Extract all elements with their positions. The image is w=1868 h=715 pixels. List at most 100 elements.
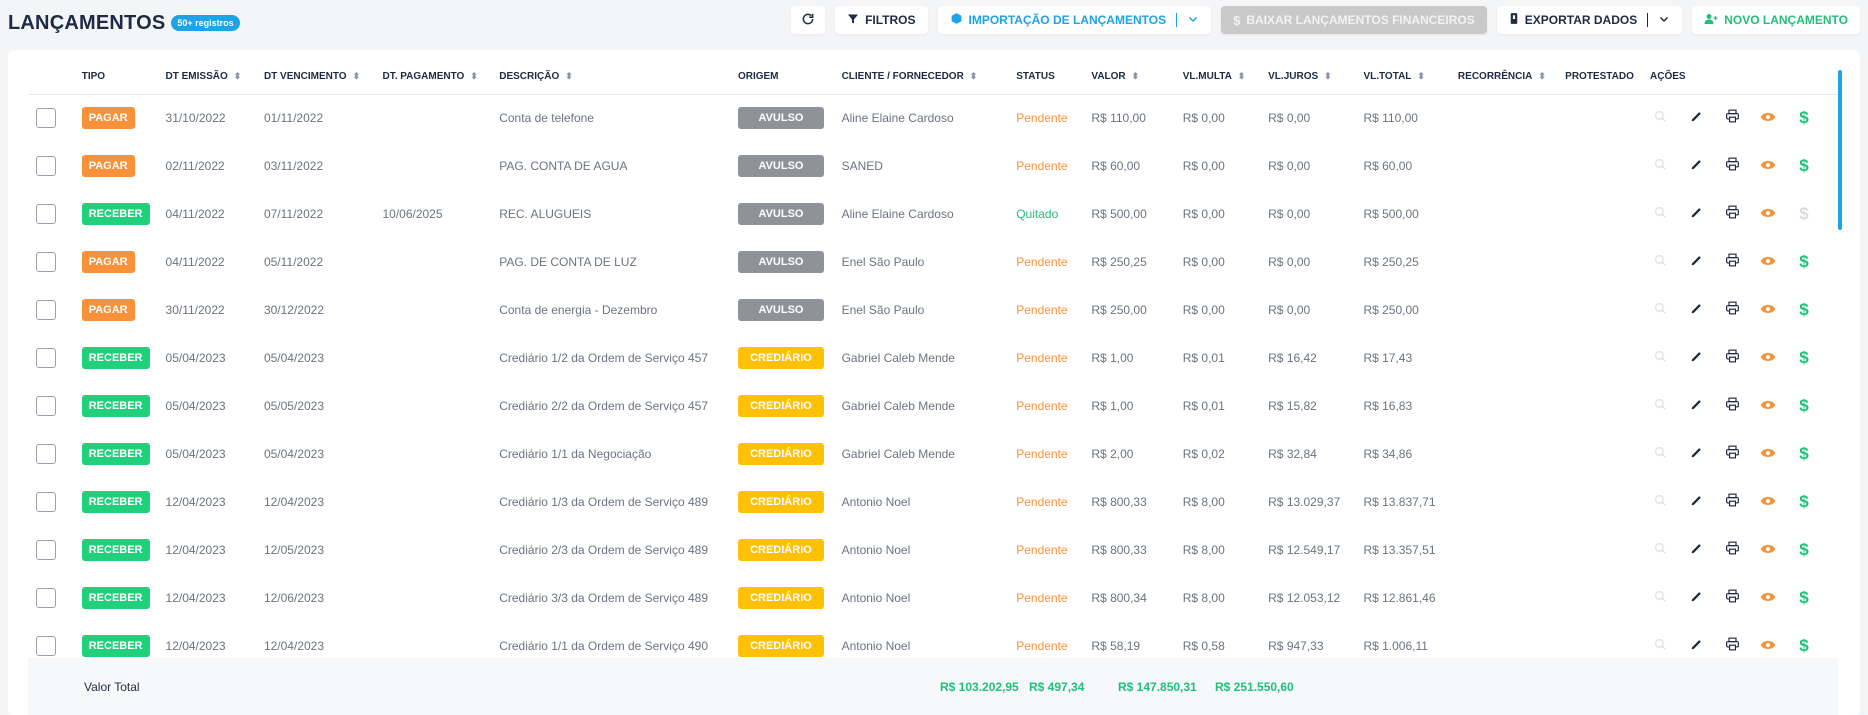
edit-icon[interactable] [1686,398,1706,414]
row-checkbox[interactable] [36,348,56,368]
eye-icon[interactable] [1758,302,1778,318]
new-entry-button[interactable]: NOVO LANÇAMENTO [1692,6,1860,34]
edit-icon[interactable] [1686,254,1706,270]
print-icon[interactable] [1722,301,1742,318]
print-icon[interactable] [1722,445,1742,462]
edit-icon[interactable] [1686,446,1706,462]
search-icon[interactable] [1650,110,1670,126]
col-cliente[interactable]: CLIENTE / FORNECEDOR ⬍ [833,60,1009,95]
dollar-icon[interactable]: $ [1794,588,1814,608]
search-icon[interactable] [1650,350,1670,366]
print-icon[interactable] [1722,109,1742,126]
export-button[interactable]: EXPORTAR DADOS [1496,6,1683,34]
dollar-icon[interactable]: $ [1794,444,1814,464]
print-icon[interactable] [1722,253,1742,270]
col-valor[interactable]: VALOR ⬍ [1083,60,1175,95]
total: R$ 12.861,46 [1363,591,1436,605]
dollar-icon[interactable]: $ [1794,492,1814,512]
col-multa[interactable]: VL.MULTA ⬍ [1174,60,1261,95]
row-checkbox[interactable] [36,540,56,560]
edit-icon[interactable] [1686,302,1706,318]
row-checkbox[interactable] [36,300,56,320]
print-icon[interactable] [1722,637,1742,654]
edit-icon[interactable] [1686,206,1706,222]
dollar-icon[interactable]: $ [1794,636,1814,656]
print-icon[interactable] [1722,157,1742,174]
row-checkbox[interactable] [36,396,56,416]
search-icon[interactable] [1650,542,1670,558]
search-icon[interactable] [1650,494,1670,510]
search-icon[interactable] [1650,638,1670,654]
eye-icon[interactable] [1758,542,1778,558]
edit-icon[interactable] [1686,110,1706,126]
eye-icon[interactable] [1758,206,1778,222]
col-recorrencia[interactable]: RECORRÊNCIA ⬍ [1449,60,1558,95]
juros: R$ 0,00 [1268,207,1311,221]
edit-icon[interactable] [1686,638,1706,654]
dollar-icon[interactable]: $ [1794,540,1814,560]
import-button[interactable]: IMPORTAÇÃO DE LANÇAMENTOS [937,6,1212,34]
edit-icon[interactable] [1686,494,1706,510]
row-checkbox[interactable] [36,252,56,272]
vertical-scrollbar[interactable] [1838,70,1842,230]
row-checkbox[interactable] [36,156,56,176]
col-descricao[interactable]: DESCRIÇÃO ⬍ [491,60,730,95]
row-checkbox[interactable] [36,204,56,224]
valor: R$ 500,00 [1091,207,1147,221]
col-origem[interactable]: ORIGEM [729,60,834,95]
eye-icon[interactable] [1758,446,1778,462]
dollar-icon[interactable]: $ [1794,204,1814,224]
row-checkbox[interactable] [36,492,56,512]
edit-icon[interactable] [1686,542,1706,558]
print-icon[interactable] [1722,541,1742,558]
row-checkbox[interactable] [36,108,56,129]
search-icon[interactable] [1650,302,1670,318]
search-icon[interactable] [1650,590,1670,606]
col-juros[interactable]: VL.JUROS ⬍ [1260,60,1356,95]
row-checkbox[interactable] [36,588,56,608]
eye-icon[interactable] [1758,350,1778,366]
eye-icon[interactable] [1758,254,1778,270]
search-icon[interactable] [1650,446,1670,462]
dollar-icon[interactable]: $ [1794,252,1814,272]
dollar-icon[interactable]: $ [1794,348,1814,368]
col-total[interactable]: VL.TOTAL ⬍ [1355,60,1450,95]
edit-icon[interactable] [1686,158,1706,174]
col-tipo[interactable]: TIPO [73,60,158,95]
col-emissao[interactable]: DT EMISSÃO ⬍ [157,60,256,95]
col-vencimento[interactable]: DT VENCIMENTO ⬍ [255,60,375,95]
download-financial-button[interactable]: $ BAIXAR LANÇAMENTOS FINANCEIROS [1221,6,1487,34]
description: Crediário 1/1 da Negociação [499,447,652,461]
col-pagamento[interactable]: DT. PAGAMENTO ⬍ [374,60,492,95]
dollar-icon[interactable]: $ [1794,108,1814,128]
col-status[interactable]: STATUS [1008,60,1084,95]
print-icon[interactable] [1722,349,1742,366]
dollar-icon[interactable]: $ [1794,396,1814,416]
eye-icon[interactable] [1758,158,1778,174]
dollar-icon[interactable]: $ [1794,300,1814,320]
print-icon[interactable] [1722,589,1742,606]
filters-button[interactable]: FILTROS [835,6,928,34]
table-row: PAGAR 30/11/2022 30/12/2022 Conta de energi… [28,286,1838,334]
row-checkbox[interactable] [36,444,56,464]
dollar-icon[interactable]: $ [1794,156,1814,176]
eye-icon[interactable] [1758,110,1778,126]
edit-icon[interactable] [1686,590,1706,606]
eye-icon[interactable] [1758,638,1778,654]
search-icon[interactable] [1650,206,1670,222]
edit-icon[interactable] [1686,350,1706,366]
print-icon[interactable] [1722,205,1742,222]
row-checkbox[interactable] [36,636,56,656]
refresh-button[interactable] [791,6,826,34]
search-icon[interactable] [1650,254,1670,270]
print-icon[interactable] [1722,397,1742,414]
eye-icon[interactable] [1758,590,1778,606]
status-text: Pendente [1016,591,1068,605]
valor: R$ 60,00 [1091,159,1141,173]
eye-icon[interactable] [1758,398,1778,414]
eye-icon[interactable] [1758,494,1778,510]
search-icon[interactable] [1650,398,1670,414]
search-icon[interactable] [1650,158,1670,174]
print-icon[interactable] [1722,493,1742,510]
vencimento-date: 12/05/2023 [263,543,325,557]
